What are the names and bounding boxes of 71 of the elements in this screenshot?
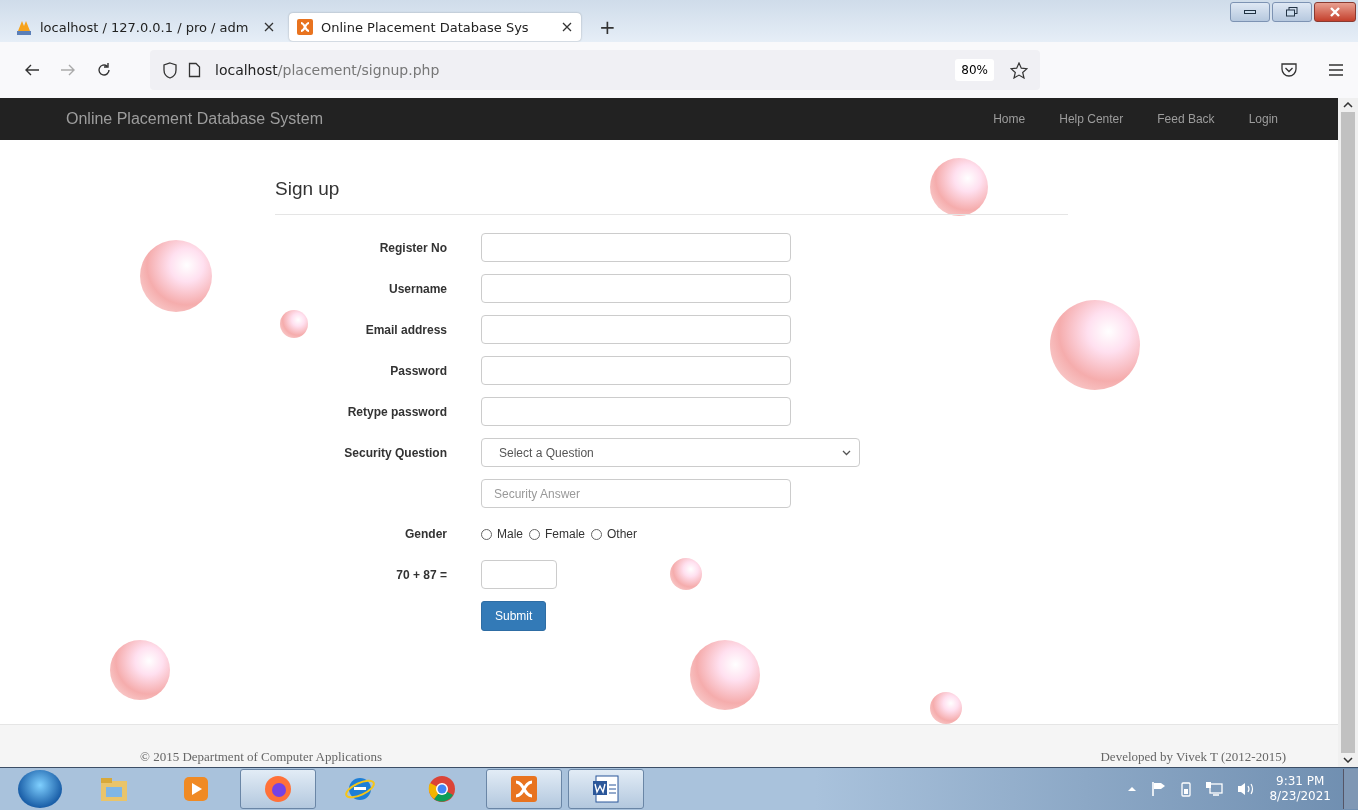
dropdown[interactable]: Select a Question <box>481 438 860 467</box>
restore-icon <box>1286 7 1298 17</box>
shield-icon <box>162 61 178 79</box>
radio-option[interactable]: Other <box>591 527 638 541</box>
clock-time: 9:31 PM <box>1276 774 1325 789</box>
page-icon <box>188 62 201 78</box>
nav-link[interactable]: Home <box>993 112 1026 126</box>
nav-link[interactable]: Help Center <box>1059 112 1124 126</box>
address-bar[interactable]: localhost/placement/signup.php 80% <box>150 50 1040 90</box>
network-icon[interactable] <box>1205 781 1224 797</box>
star-icon[interactable] <box>1010 61 1028 79</box>
chevron-down-icon <box>842 449 851 456</box>
close-icon <box>1329 7 1341 17</box>
field-label: Retype password <box>347 404 447 419</box>
scroll-thumb[interactable] <box>1341 112 1355 753</box>
bubble-drawing <box>930 692 962 724</box>
input-field[interactable] <box>481 274 791 303</box>
radio-option[interactable]: Female <box>529 527 586 541</box>
bubble-drawing <box>280 310 308 338</box>
site-title-link[interactable]: Online Placement Database System <box>66 110 323 128</box>
back-arrow-icon[interactable] <box>24 63 40 77</box>
field-label: Register No <box>379 240 447 255</box>
zoom-level[interactable]: 80% <box>955 59 994 81</box>
bubble-drawing <box>670 558 702 590</box>
radio-option[interactable]: Male <box>481 527 523 541</box>
input-field[interactable] <box>481 233 791 262</box>
scrollbar[interactable] <box>1338 98 1358 767</box>
reload-icon[interactable] <box>96 62 112 78</box>
field-label: Email address <box>365 322 447 337</box>
nav-link[interactable]: Login <box>1248 112 1278 126</box>
minimize-button[interactable] <box>1230 2 1270 22</box>
scroll-down-icon[interactable] <box>1343 757 1353 763</box>
pocket-icon[interactable] <box>1280 62 1298 78</box>
field-label: Gender <box>405 527 447 541</box>
bubble-drawing <box>110 640 170 700</box>
forward-arrow-icon[interactable] <box>60 63 76 77</box>
speaker-icon[interactable] <box>1237 781 1256 797</box>
close-icon[interactable] <box>561 21 573 33</box>
copyright-text: © 2015 Department of Computer Applications <box>140 749 383 765</box>
clock-date: 8/23/2021 <box>1269 789 1331 804</box>
submit-button[interactable]: Submit <box>481 601 547 631</box>
field-label: Username <box>388 281 447 296</box>
url-text: localhost/placement/signup.php <box>215 62 441 78</box>
circle-logo-icon <box>426 773 458 805</box>
developer-credit: Developed by Vivek T (2012-2015) <box>1100 749 1286 765</box>
menu-icon[interactable] <box>1328 64 1344 76</box>
input-field[interactable] <box>481 397 791 426</box>
browser-tab[interactable]: localhost / 127.0.0.1 / pro / adm <box>8 13 283 41</box>
battery-icon[interactable] <box>1181 781 1192 797</box>
input-field[interactable] <box>481 560 557 589</box>
form-title: Sign up <box>275 178 1068 215</box>
close-button[interactable] <box>1314 2 1356 22</box>
field-label: Password <box>390 363 447 378</box>
nav-link[interactable]: Feed Back <box>1157 112 1215 126</box>
field-label: Security Question <box>344 445 447 460</box>
taskbar-app-button[interactable] <box>568 769 644 809</box>
close-icon[interactable] <box>263 21 275 33</box>
taskbar-app-button[interactable] <box>240 769 316 809</box>
restore-button[interactable] <box>1272 2 1312 22</box>
start-button[interactable] <box>18 770 62 808</box>
show-desktop-button[interactable] <box>1343 769 1358 809</box>
input-field[interactable]: Security Answer <box>481 479 791 508</box>
taskbar-app-button[interactable] <box>486 769 562 809</box>
browser-tab[interactable]: Online Placement Database Sys <box>289 13 581 41</box>
field-label: 70 + 87 = <box>396 567 447 582</box>
new-tab-button[interactable]: + <box>587 15 628 39</box>
input-field[interactable] <box>481 315 791 344</box>
input-field[interactable] <box>481 356 791 385</box>
document-icon <box>590 773 622 805</box>
scroll-up-icon[interactable] <box>1343 102 1353 108</box>
caret-up-icon[interactable] <box>1127 786 1138 792</box>
